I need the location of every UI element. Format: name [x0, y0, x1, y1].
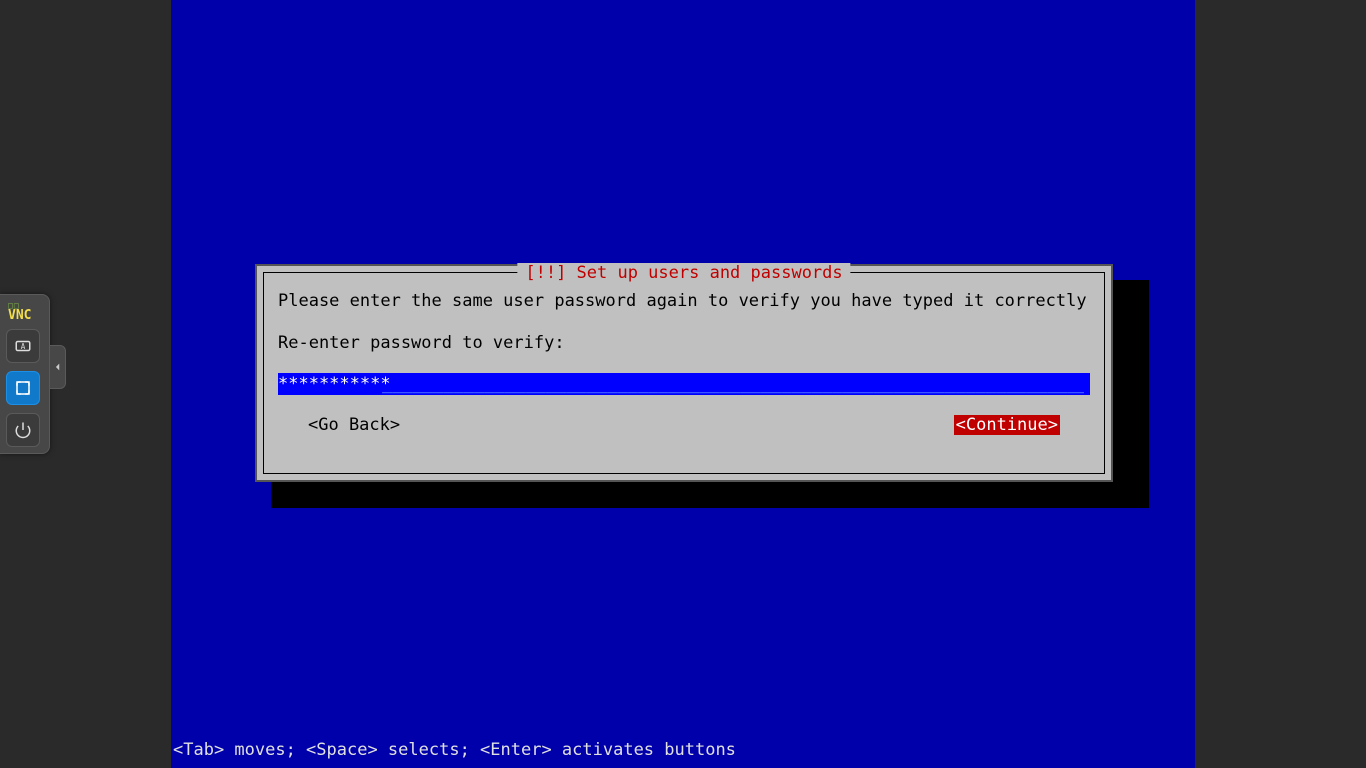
password-underline-fill: ________________________________________…	[382, 373, 1084, 395]
novnc-logo: □□ VNC	[6, 301, 43, 321]
vnc-desktop: □□ VNC A	[0, 0, 1366, 768]
power-button[interactable]	[6, 413, 40, 447]
dialog-buttons-row: <Go Back> <Continue>	[278, 415, 1090, 435]
novnc-logo-text: VNC	[8, 311, 43, 321]
password-verify-input[interactable]: ***********_____________________________…	[278, 373, 1090, 395]
continue-button[interactable]: <Continue>	[954, 415, 1060, 435]
svg-text:A: A	[21, 342, 26, 351]
power-icon	[14, 421, 32, 439]
go-back-button[interactable]: <Go Back>	[308, 415, 400, 435]
chevron-left-icon	[53, 362, 63, 372]
installer-screen: [!!] Set up users and passwords Please e…	[171, 0, 1195, 768]
keyboard-icon: A	[14, 337, 32, 355]
novnc-control-panel: □□ VNC A	[0, 294, 50, 454]
keyboard-button[interactable]: A	[6, 329, 40, 363]
fullscreen-icon	[14, 379, 32, 397]
footer-help-text: <Tab> moves; <Space> selects; <Enter> ac…	[173, 740, 736, 760]
password-mask-value: ***********	[278, 373, 391, 395]
panel-collapse-handle[interactable]	[50, 345, 66, 389]
dialog-instruction-text: Please enter the same user password agai…	[278, 291, 1090, 311]
password-field-label: Re-enter password to verify:	[278, 333, 1090, 353]
dialog-frame: [!!] Set up users and passwords Please e…	[263, 272, 1105, 474]
password-verify-dialog: [!!] Set up users and passwords Please e…	[255, 264, 1113, 482]
dialog-body: Please enter the same user password agai…	[264, 273, 1104, 473]
fullscreen-button[interactable]	[6, 371, 40, 405]
